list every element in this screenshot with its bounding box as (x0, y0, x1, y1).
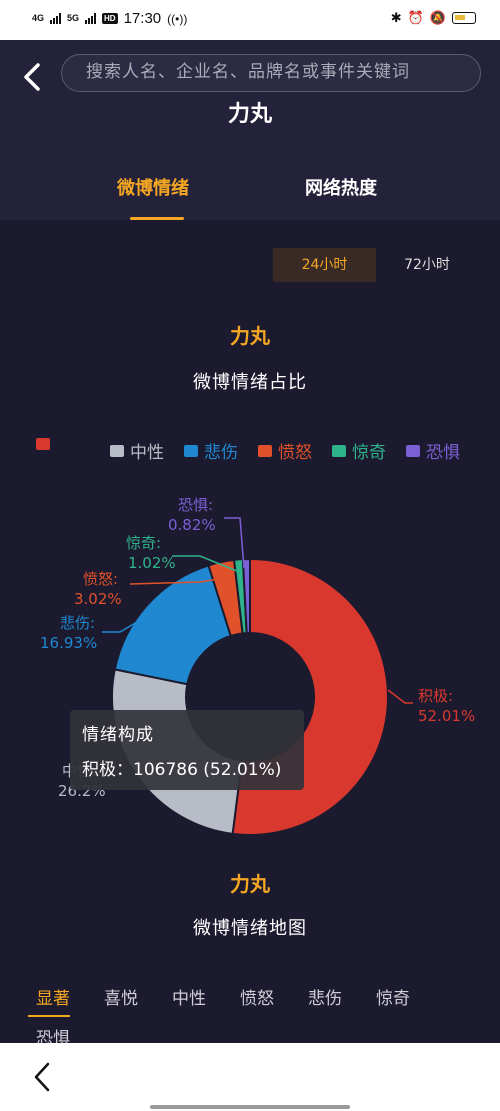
mute-icon: 🔕 (429, 10, 446, 25)
signal-icon (50, 13, 62, 24)
slice-label-sad-name: 悲伤: (60, 614, 95, 632)
chart-legend: 中性 悲伤 愤怒 惊奇 恐惧 (36, 438, 496, 463)
legend-swatch (258, 444, 272, 457)
section-subtitle: 微博情绪占比 (193, 372, 307, 393)
time-range-24h-button[interactable]: 24小时 (273, 248, 376, 282)
slice-label-fear-pct: 0.82% (168, 516, 216, 534)
section-title: 力丸 (230, 872, 270, 896)
page-title: 力丸 (227, 102, 272, 127)
hotspot-icon: ((•)) (167, 11, 188, 26)
slice-label-positive-pct: 52.01% (418, 707, 475, 725)
map-tab-neutral[interactable]: 中性 (172, 984, 206, 1009)
network-4g-label: 4G (32, 13, 45, 23)
tooltip-value: 积极：106786 (52.01%) (82, 760, 282, 780)
legend-label: 悲伤 (204, 443, 238, 463)
emotion-donut-chart[interactable]: 积极: 52.01% 中性: 26.2% 悲伤: 16.93% 愤怒: 3.02… (0, 480, 500, 860)
legend-swatch (110, 444, 124, 457)
legend-item-positive[interactable] (36, 438, 50, 450)
legend-label: 愤怒 (278, 443, 312, 463)
tab-weibo-emotion[interactable]: 微博情绪 (117, 174, 189, 200)
hd-badge: HD (102, 13, 118, 24)
legend-swatch (184, 444, 198, 457)
legend-item-angry[interactable]: 愤怒 (258, 438, 312, 463)
legend-item-surprise[interactable]: 惊奇 (332, 438, 386, 463)
system-back-icon[interactable] (28, 1061, 58, 1093)
slice-label-angry-name: 愤怒: (83, 570, 118, 588)
slice-label-surprise-pct: 1.02% (128, 554, 176, 572)
back-arrow-icon[interactable] (18, 62, 48, 92)
system-nav-bar (0, 1043, 500, 1111)
legend-label: 恐惧 (426, 443, 460, 463)
home-indicator[interactable] (150, 1105, 350, 1109)
map-tab-surprise[interactable]: 惊奇 (376, 984, 410, 1009)
legend-label: 惊奇 (352, 443, 386, 463)
slice-label-fear-name: 恐惧: (178, 496, 213, 514)
legend-item-sad[interactable]: 悲伤 (184, 438, 238, 463)
search-input[interactable]: 搜索人名、企业名、品牌名或事件关键词 (61, 54, 481, 92)
bluetooth-icon: ✱ (390, 10, 402, 25)
legend-label: 中性 (130, 443, 164, 463)
chart-tooltip: 情绪构成 积极：106786 (52.01%) (70, 710, 304, 790)
tooltip-title: 情绪构成 (82, 725, 154, 745)
legend-swatch (332, 444, 346, 457)
map-tab-angry[interactable]: 愤怒 (240, 984, 274, 1009)
donut-slice-positive[interactable] (231, 557, 389, 836)
section-subtitle: 微博情绪地图 (193, 918, 307, 939)
signal-icon (85, 13, 97, 24)
tab-active-indicator (130, 217, 184, 220)
slice-label-angry-pct: 3.02% (74, 590, 122, 608)
leader-line-positive (387, 689, 413, 704)
tab-network-heat[interactable]: 网络热度 (305, 174, 377, 200)
map-tab-joy[interactable]: 喜悦 (104, 984, 138, 1009)
legend-swatch (406, 444, 420, 457)
slice-label-positive-name: 积极: (418, 687, 453, 705)
time-range-72h-button[interactable]: 72小时 (382, 248, 472, 282)
map-tab-sad[interactable]: 悲伤 (308, 984, 342, 1009)
section-title: 力丸 (230, 324, 270, 348)
status-bar: 4G 5G HD 17:30 ((•)) ✱ ⏰ 🔕 (0, 0, 500, 40)
battery-icon (452, 12, 476, 24)
network-5g-label: 5G (67, 13, 80, 23)
legend-swatch (36, 438, 50, 450)
map-tab-significant[interactable]: 显著 (36, 984, 70, 1009)
alarm-icon: ⏰ (407, 10, 424, 25)
legend-item-fear[interactable]: 恐惧 (406, 438, 460, 463)
legend-item-neutral[interactable]: 中性 (110, 438, 164, 463)
map-tab-active-indicator (28, 1015, 70, 1017)
slice-label-sad-pct: 16.93% (40, 634, 97, 652)
clock: 17:30 (123, 10, 162, 27)
slice-label-surprise-name: 惊奇: (126, 534, 161, 552)
